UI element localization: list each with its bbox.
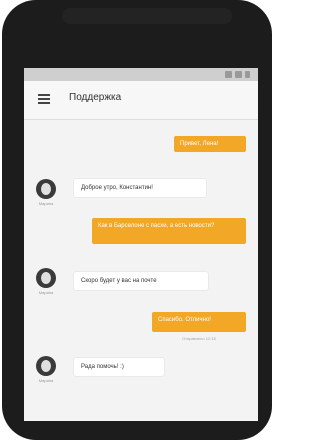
app-screen: Поддержка Привет, Лена! Марина Доброе ут… [24, 68, 258, 421]
wifi-icon [235, 71, 242, 78]
sender-name: Марина [38, 290, 54, 295]
sender-name: Марина [38, 378, 54, 383]
status-icons [225, 71, 250, 78]
signal-icon [225, 71, 232, 78]
hamburger-menu-icon[interactable] [38, 94, 50, 104]
outgoing-message: Спасибо. Отлично! [152, 312, 246, 332]
phone-speaker [62, 8, 232, 24]
message-timestamp: Отправлено 12:18 [182, 336, 216, 341]
sender-name: Марина [38, 201, 54, 206]
outgoing-message: Как в Барселоне с пасхи, а есть новости? [92, 218, 246, 244]
status-bar [24, 68, 258, 81]
avatar [36, 179, 56, 199]
outgoing-message: Привет, Лена! [174, 136, 246, 152]
incoming-message: Доброе утро, Константин! [74, 179, 206, 197]
battery-icon [245, 71, 250, 78]
avatar [36, 268, 56, 288]
avatar [36, 356, 56, 376]
app-bar: Поддержка [24, 81, 258, 120]
page-title: Поддержка [69, 92, 122, 103]
incoming-message: Скоро будет у вас на почте [74, 272, 208, 290]
phone-frame: Поддержка Привет, Лена! Марина Доброе ут… [2, 0, 272, 440]
incoming-message: Рада помочь! :) [74, 358, 164, 376]
